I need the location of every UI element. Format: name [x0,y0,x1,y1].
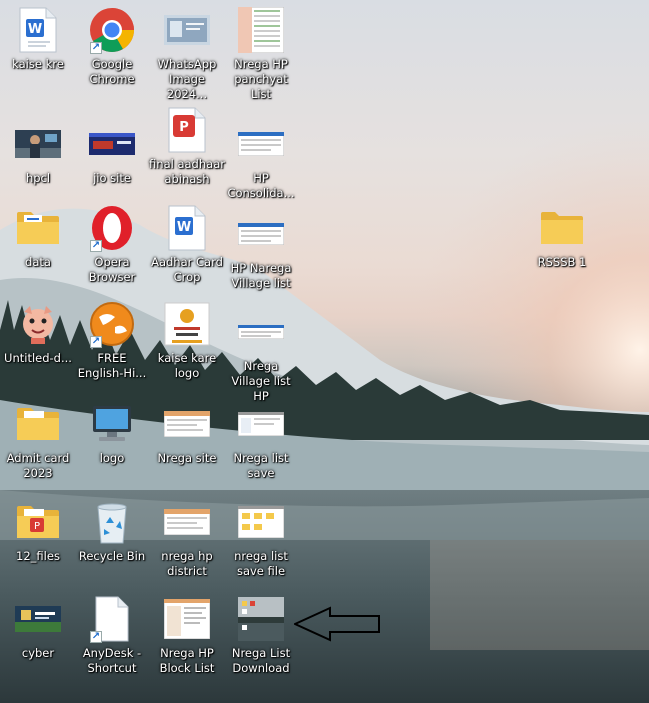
desktop-icon-hpcl[interactable]: hpcl [0,120,76,186]
desktop-icon-rsssb-1[interactable]: RSSSB 1 [524,204,600,270]
shortcut-arrow-icon: ↗ [90,336,102,348]
pointer-arrow-icon [292,606,382,646]
screenshot-thumbnail-icon [237,308,285,356]
desktop-icon-nrega-list-download[interactable]: Nrega List Download [223,595,299,676]
shortcut-arrow-icon: ↗ [90,240,102,252]
desktop-icon-label: HP Narega Village list [230,261,292,290]
desktop-icon-label: nrega list save file [234,549,288,578]
desktop[interactable]: W kaise kre hpcl data Untitled-d... Admi… [0,0,649,703]
screenshot-thumbnail-icon [237,400,285,448]
folder-icon [14,204,62,252]
cartoon-image-icon [14,300,62,348]
desktop-icon-label: FREE English-Hi... [77,351,147,380]
desktop-icon-label: logo [99,451,125,465]
desktop-icon-label: kaise kare logo [157,351,217,380]
desktop-icon-google-chrome[interactable]: ↗ Google Chrome [74,6,150,87]
folder-icon [14,400,62,448]
desktop-icon-label: 12_files [16,549,60,563]
desktop-icon-nrega-village-list-hp[interactable]: Nrega Village list HP [223,308,299,404]
desktop-icon-nrega-site[interactable]: Nrega site [149,400,225,466]
svg-text:W: W [177,220,191,235]
chrome-icon: ↗ [88,6,136,54]
desktop-icon-label: Nrega list save [233,451,289,480]
desktop-icon-label: Nrega HP Block List [159,646,215,675]
desktop-icon-jio-site[interactable]: jio site [74,120,150,186]
desktop-icon-recycle-bin[interactable]: Recycle Bin [74,498,150,564]
opera-icon: ↗ [88,204,136,252]
desktop-icon-label: kaise kre [12,57,64,71]
blank-file-icon: ↗ [88,595,136,643]
desktop-icon-untitled[interactable]: Untitled-d... [0,300,76,366]
desktop-icon-label: cyber [21,646,55,660]
web-app-icon: ↗ [88,300,136,348]
desktop-icon-label: jio site [93,171,131,185]
desktop-icon-label: Recycle Bin [78,549,146,563]
desktop-icon-logo[interactable]: logo [74,400,150,466]
desktop-icon-aadhar-card-crop[interactable]: W Aadhar Card Crop [149,204,225,285]
desktop-icon-label: Admit card 2023 [6,451,70,480]
image-thumbnail-icon [163,6,211,54]
desktop-icon-label: HP Consolida... [227,171,295,200]
desktop-icon-label: Nrega HP panchyat List [234,57,288,101]
screenshot-thumbnail-icon [237,120,285,168]
desktop-icon-nrega-list-save-file[interactable]: nrega list save file [223,498,299,579]
shortcut-arrow-icon: ↗ [90,42,102,54]
desktop-icon-nrega-list-save[interactable]: Nrega list save [223,400,299,481]
desktop-icon-label: Google Chrome [89,57,135,86]
desktop-icon-label: hpcl [25,171,51,185]
desktop-icon-label: WhatsApp Image 2024... [157,57,217,101]
folder-icon: P [14,498,62,546]
photo-thumbnail-icon [14,595,62,643]
photo-thumbnail-icon [14,120,62,168]
desktop-icon-anydesk-shortcut[interactable]: ↗ AnyDesk - Shortcut [74,595,150,676]
screenshot-thumbnail-icon [237,498,285,546]
desktop-thumbnail-icon [237,595,285,643]
desktop-icon-whatsapp-image[interactable]: WhatsApp Image 2024... [149,6,225,102]
folder-icon [538,204,586,252]
desktop-icon-hp-narega-village-list[interactable]: HP Narega Village list [223,210,299,291]
desktop-icon-label: data [25,255,51,269]
screenshot-thumbnail-icon [237,210,285,258]
spreadsheet-thumbnail-icon [237,6,285,54]
svg-text:W: W [28,22,42,37]
desktop-icon-nrega-hp-block-list[interactable]: Nrega HP Block List [149,595,225,676]
screenshot-thumbnail-icon [163,498,211,546]
desktop-icon-label: Untitled-d... [4,351,72,365]
desktop-icon-12-files[interactable]: P 12_files [0,498,76,564]
desktop-icon-label: RSSSB 1 [537,255,587,269]
desktop-icon-label: Nrega List Download [231,646,291,675]
webpage-thumbnail-icon [163,400,211,448]
desktop-icon-free-english-hindi[interactable]: ↗ FREE English-Hi... [74,300,150,381]
desktop-icon-label: Aadhar Card Crop [151,255,223,284]
word-doc-icon: W [14,6,62,54]
desktop-icon-label: AnyDesk - Shortcut [82,646,142,675]
desktop-icon-kaise-kare-logo[interactable]: kaise kare logo [149,300,225,381]
desktop-icon-label: nrega hp district [161,549,213,578]
desktop-icon-final-aadhaar[interactable]: P final aadhaar abinash [149,106,225,187]
desktop-icon-kaise-kre[interactable]: W kaise kre [0,6,76,72]
desktop-icon-label: Opera Browser [88,255,136,284]
this-pc-icon [88,400,136,448]
screenshot-thumbnail-icon [163,595,211,643]
desktop-icon-label: Nrega site [157,451,217,465]
svg-text:P: P [34,521,40,532]
desktop-icon-nrega-hp-panchyat-list[interactable]: Nrega HP panchyat List [223,6,299,102]
pdf-icon: P [163,106,211,154]
desktop-icon-label: final aadhaar abinash [149,157,225,186]
shortcut-arrow-icon: ↗ [90,631,102,643]
desktop-icon-cyber[interactable]: cyber [0,595,76,661]
webpage-thumbnail-icon [88,120,136,168]
desktop-icon-data[interactable]: data [0,204,76,270]
recycle-bin-icon [88,498,136,546]
desktop-icon-hp-consolidated[interactable]: HP Consolida... [223,120,299,201]
desktop-icon-label: Nrega Village list HP [231,359,291,403]
desktop-icon-opera-browser[interactable]: ↗ Opera Browser [74,204,150,285]
logo-thumbnail-icon [163,300,211,348]
desktop-icon-admit-card[interactable]: Admit card 2023 [0,400,76,481]
svg-text:P: P [179,120,189,135]
desktop-icon-nrega-hp-district[interactable]: nrega hp district [149,498,225,579]
word-doc-icon: W [163,204,211,252]
